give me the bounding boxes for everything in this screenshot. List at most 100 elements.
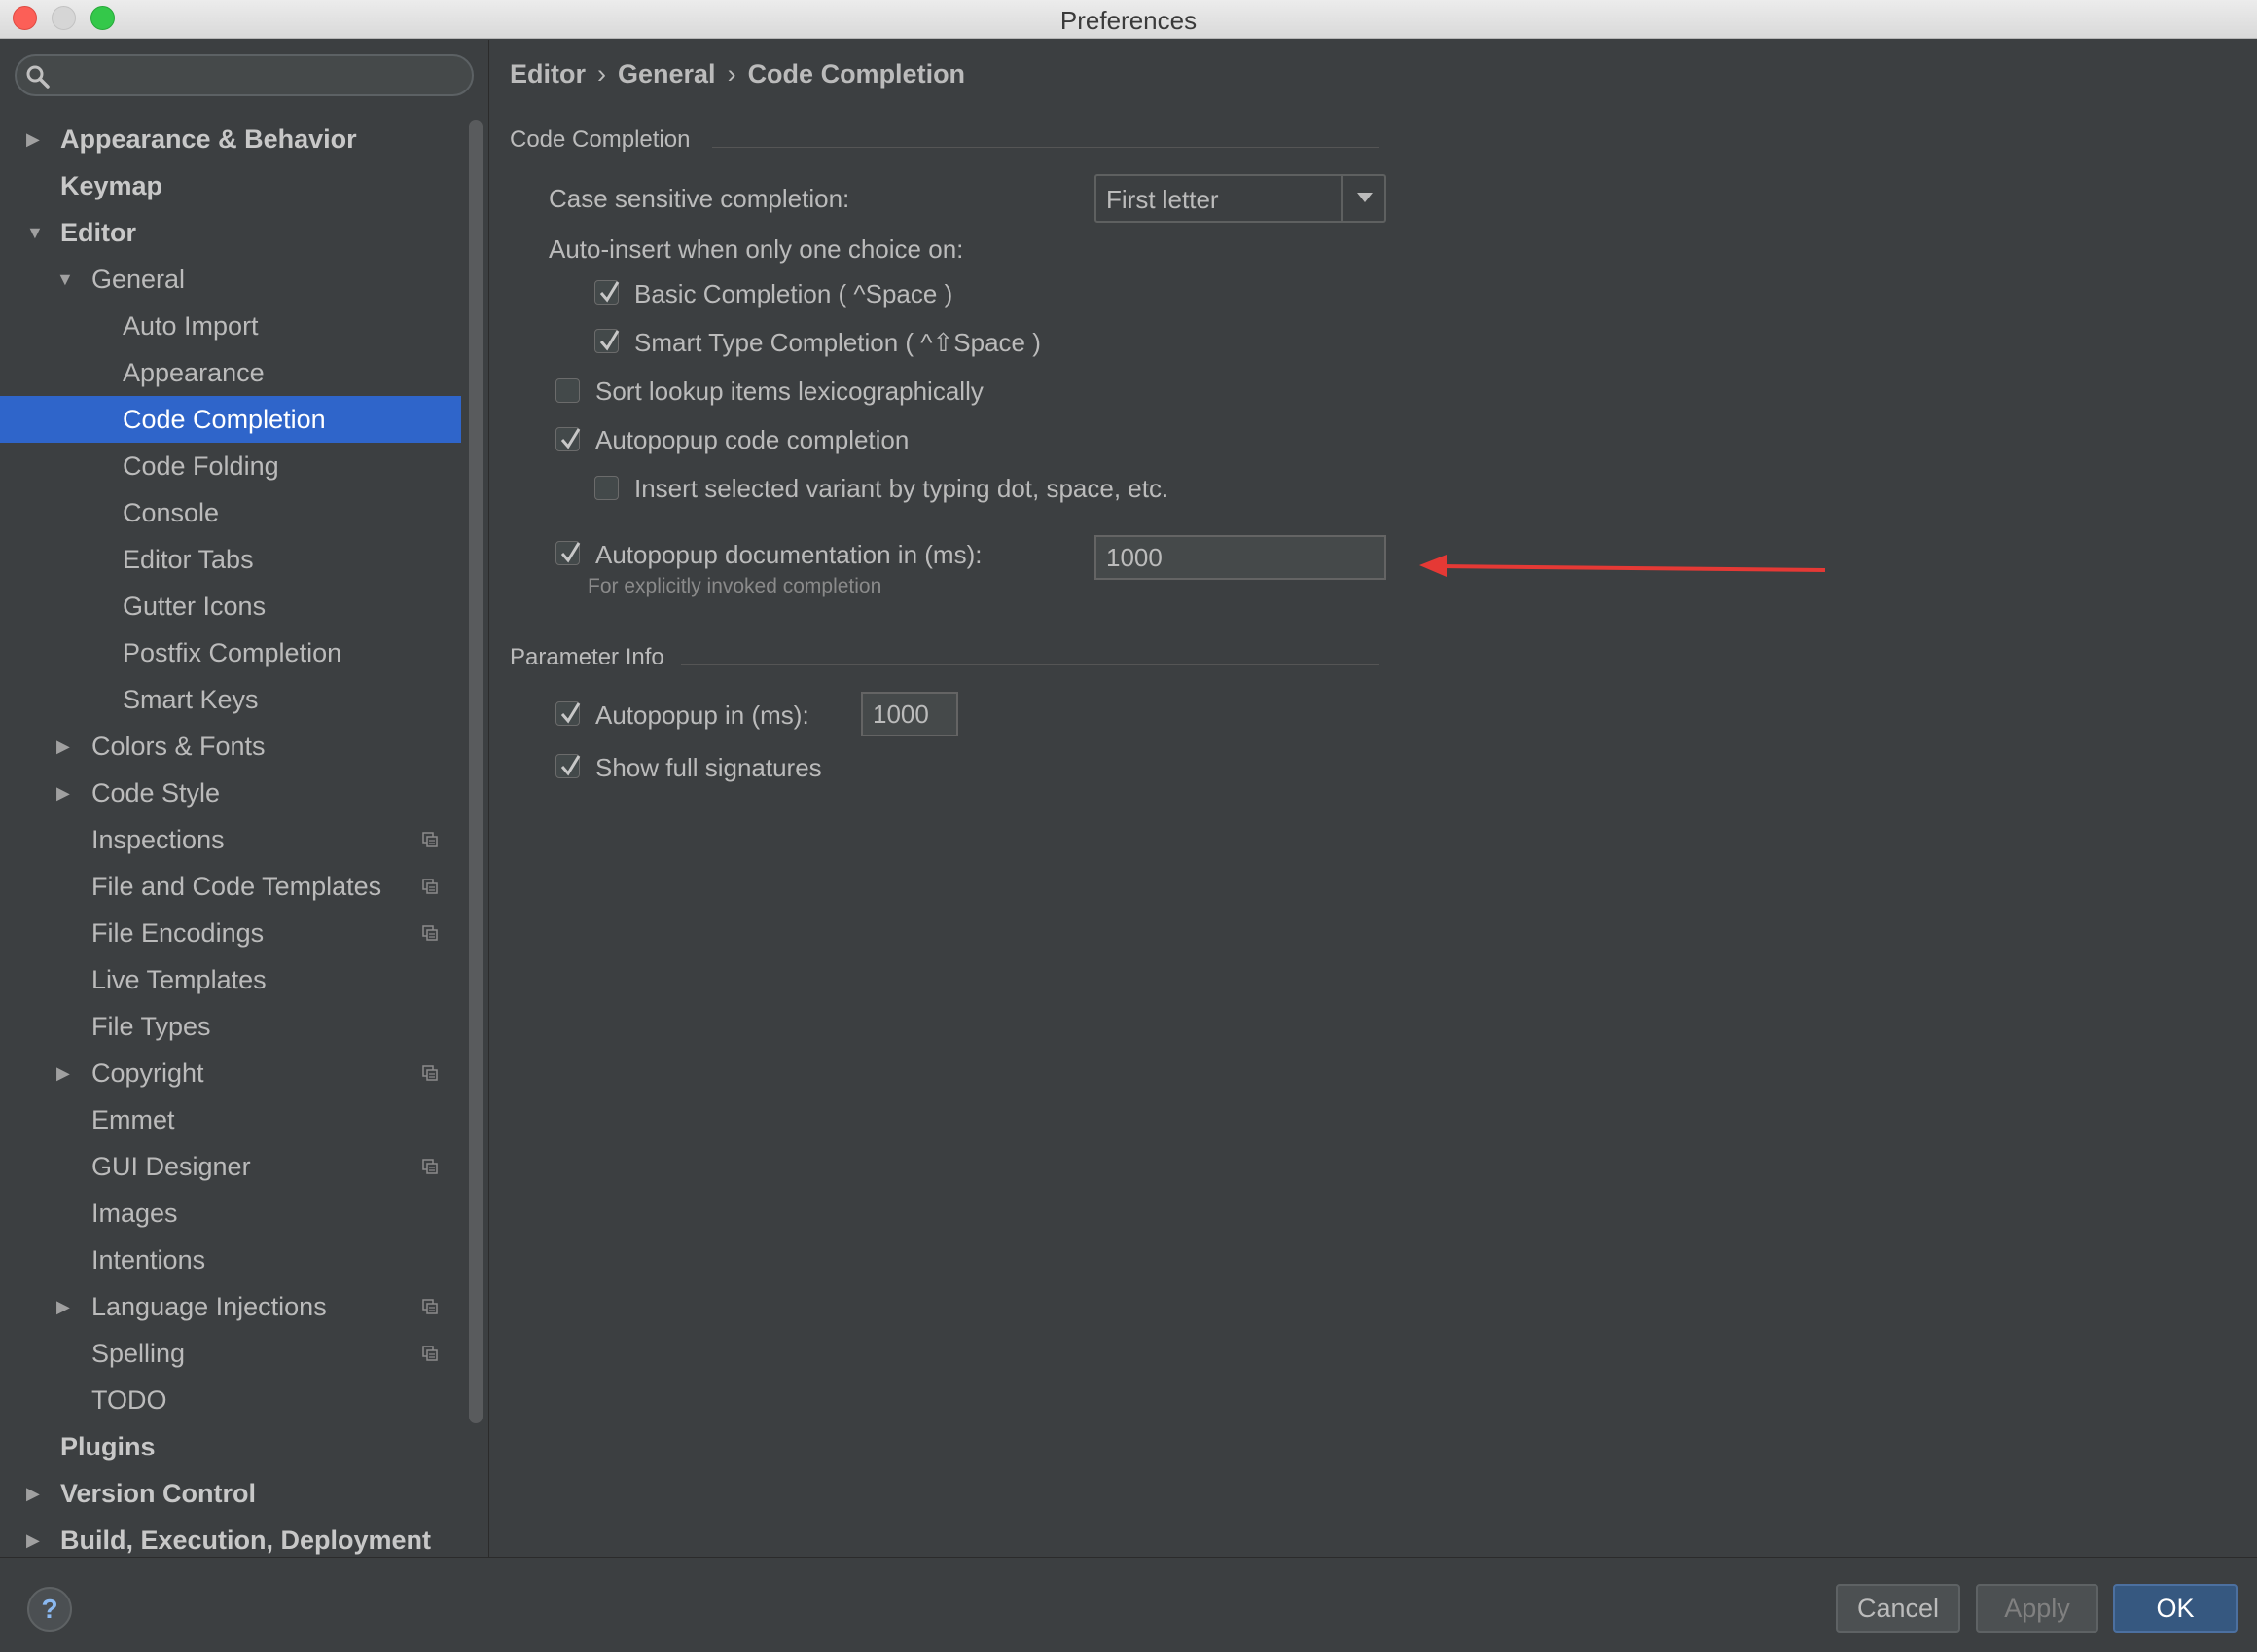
smart-type-completion-checkbox[interactable]: [594, 329, 620, 353]
sidebar-item-language-injections[interactable]: ▶ Language Injections: [0, 1283, 461, 1330]
chevron-down-icon: [1357, 193, 1373, 202]
sidebar-item-label: Appearance & Behavior: [60, 125, 357, 154]
sidebar-item-version-control[interactable]: ▶ Version Control: [0, 1470, 461, 1517]
breadcrumb-separator: ›: [727, 59, 736, 89]
autopopup-documentation-delay-input[interactable]: [1106, 543, 1375, 572]
search-icon: [26, 65, 50, 89]
parameter-autopopup-delay-input[interactable]: [873, 700, 947, 729]
expand-right-icon[interactable]: ▶: [56, 723, 70, 770]
expand-right-icon[interactable]: ▶: [26, 1470, 40, 1517]
sidebar-item-label: Live Templates: [91, 965, 267, 994]
code-completion-group-title: Code Completion: [510, 126, 691, 153]
settings-search-input[interactable]: [59, 60, 458, 91]
sidebar-item-editor[interactable]: ▼ Editor: [0, 209, 461, 256]
expand-right-icon[interactable]: ▶: [56, 770, 70, 816]
sidebar-item-editor-tabs[interactable]: Editor Tabs: [0, 536, 461, 583]
breadcrumb-item-editor: Editor: [510, 59, 586, 89]
expand-down-icon[interactable]: ▼: [26, 209, 44, 256]
sidebar-item-console[interactable]: Console: [0, 489, 461, 536]
sidebar-item-label: Gutter Icons: [123, 592, 267, 621]
sidebar-item-gutter-icons[interactable]: Gutter Icons: [0, 583, 461, 629]
sidebar-item-label: Code Style: [91, 778, 221, 808]
basic-completion-checkbox[interactable]: [594, 280, 620, 305]
sidebar-item-colors-fonts[interactable]: ▶ Colors & Fonts: [0, 723, 461, 770]
sidebar-item-label: Intentions: [91, 1245, 206, 1275]
sidebar-item-label: Inspections: [91, 825, 225, 854]
project-scope-icon: [422, 832, 438, 847]
autopopup-code-completion-checkbox[interactable]: [555, 427, 581, 451]
annotation-arrow-icon: [1419, 555, 1826, 577]
cancel-button[interactable]: Cancel: [1836, 1584, 1960, 1633]
expand-right-icon[interactable]: ▶: [56, 1050, 70, 1096]
settings-search-box[interactable]: [15, 54, 474, 96]
sidebar-item-gui-designer[interactable]: GUI Designer: [0, 1143, 461, 1190]
expand-down-icon[interactable]: ▼: [56, 256, 74, 303]
group-divider: [681, 664, 1379, 665]
sidebar-item-label: Editor Tabs: [123, 545, 254, 574]
sidebar-item-live-templates[interactable]: Live Templates: [0, 956, 461, 1003]
autopopup-documentation-label: Autopopup documentation in (ms):: [595, 540, 983, 569]
case-sensitive-dropdown[interactable]: First letter: [1094, 174, 1386, 223]
apply-button[interactable]: Apply: [1976, 1584, 2098, 1633]
sidebar-item-keymap[interactable]: Keymap: [0, 162, 461, 209]
smart-type-completion-label: Smart Type Completion ( ^⇧Space ): [634, 328, 1041, 357]
auto-insert-label: Auto-insert when only one choice on:: [549, 234, 964, 264]
sidebar-item-emmet[interactable]: Emmet: [0, 1096, 461, 1143]
help-button[interactable]: ?: [27, 1587, 72, 1632]
sidebar-item-label: File Encodings: [91, 918, 265, 948]
sidebar-item-label: GUI Designer: [91, 1152, 251, 1181]
case-sensitive-label: Case sensitive completion:: [549, 184, 850, 213]
sidebar-item-auto-import[interactable]: Auto Import: [0, 303, 461, 349]
group-divider: [712, 147, 1379, 148]
project-scope-icon: [422, 1159, 438, 1174]
sidebar-item-label: Version Control: [60, 1479, 257, 1508]
sidebar-item-copyright[interactable]: ▶ Copyright: [0, 1050, 461, 1096]
case-sensitive-value: First letter: [1106, 185, 1219, 214]
autopopup-documentation-checkbox[interactable]: [555, 541, 581, 565]
sidebar-item-smart-keys[interactable]: Smart Keys: [0, 676, 461, 723]
sidebar-item-appearance[interactable]: Appearance: [0, 349, 461, 396]
sidebar-item-todo[interactable]: TODO: [0, 1377, 461, 1423]
sidebar-item-label: Emmet: [91, 1105, 175, 1134]
autopopup-documentation-delay-field[interactable]: [1094, 535, 1386, 580]
checkmark-icon: [599, 281, 620, 303]
sidebar-item-code-folding[interactable]: Code Folding: [0, 443, 461, 489]
sidebar-scrollbar[interactable]: [469, 120, 483, 1423]
sidebar-item-images[interactable]: Images: [0, 1190, 461, 1237]
sidebar-item-label: Images: [91, 1199, 178, 1228]
parameter-autopopup-checkbox[interactable]: [555, 701, 581, 726]
sidebar-item-label: File Types: [91, 1012, 211, 1041]
show-full-signatures-checkbox[interactable]: [555, 754, 581, 778]
sidebar-item-file-and-code-templates[interactable]: File and Code Templates: [0, 863, 461, 910]
checkmark-icon: [560, 428, 581, 449]
insert-selected-variant-label: Insert selected variant by typing dot, s…: [634, 474, 1169, 503]
sort-lookup-checkbox[interactable]: [555, 378, 580, 403]
sidebar-item-general[interactable]: ▼ General: [0, 256, 461, 303]
title-bar: Preferences: [0, 0, 2257, 39]
dialog-button-bar: ? Cancel Apply OK: [0, 1557, 2257, 1652]
expand-right-icon[interactable]: ▶: [56, 1283, 70, 1330]
sidebar-item-postfix-completion[interactable]: Postfix Completion: [0, 629, 461, 676]
project-scope-icon: [422, 925, 438, 941]
sidebar-item-plugins[interactable]: Plugins: [0, 1423, 461, 1470]
sidebar-item-appearance-behavior[interactable]: ▶ Appearance & Behavior: [0, 116, 461, 162]
sidebar-item-label: Code Completion: [123, 405, 326, 434]
sidebar-item-file-types[interactable]: File Types: [0, 1003, 461, 1050]
sidebar-item-spelling[interactable]: Spelling: [0, 1330, 461, 1377]
sidebar-item-label: Keymap: [60, 171, 163, 200]
project-scope-icon: [422, 1346, 438, 1361]
sidebar-item-code-completion[interactable]: Code Completion: [0, 396, 461, 443]
sidebar-item-intentions[interactable]: Intentions: [0, 1237, 461, 1283]
sidebar-item-file-encodings[interactable]: File Encodings: [0, 910, 461, 956]
breadcrumb: Editor › General › Code Completion: [510, 59, 965, 90]
project-scope-icon: [422, 879, 438, 894]
insert-selected-variant-checkbox[interactable]: [594, 476, 619, 500]
expand-right-icon[interactable]: ▶: [26, 116, 40, 162]
sidebar-item-code-style[interactable]: ▶ Code Style: [0, 770, 461, 816]
ok-button[interactable]: OK: [2113, 1584, 2238, 1633]
sidebar-item-label: Appearance: [123, 358, 265, 387]
sidebar-item-inspections[interactable]: Inspections: [0, 816, 461, 863]
breadcrumb-separator: ›: [597, 59, 606, 89]
parameter-autopopup-delay-field[interactable]: [861, 692, 958, 736]
project-scope-icon: [422, 1065, 438, 1081]
